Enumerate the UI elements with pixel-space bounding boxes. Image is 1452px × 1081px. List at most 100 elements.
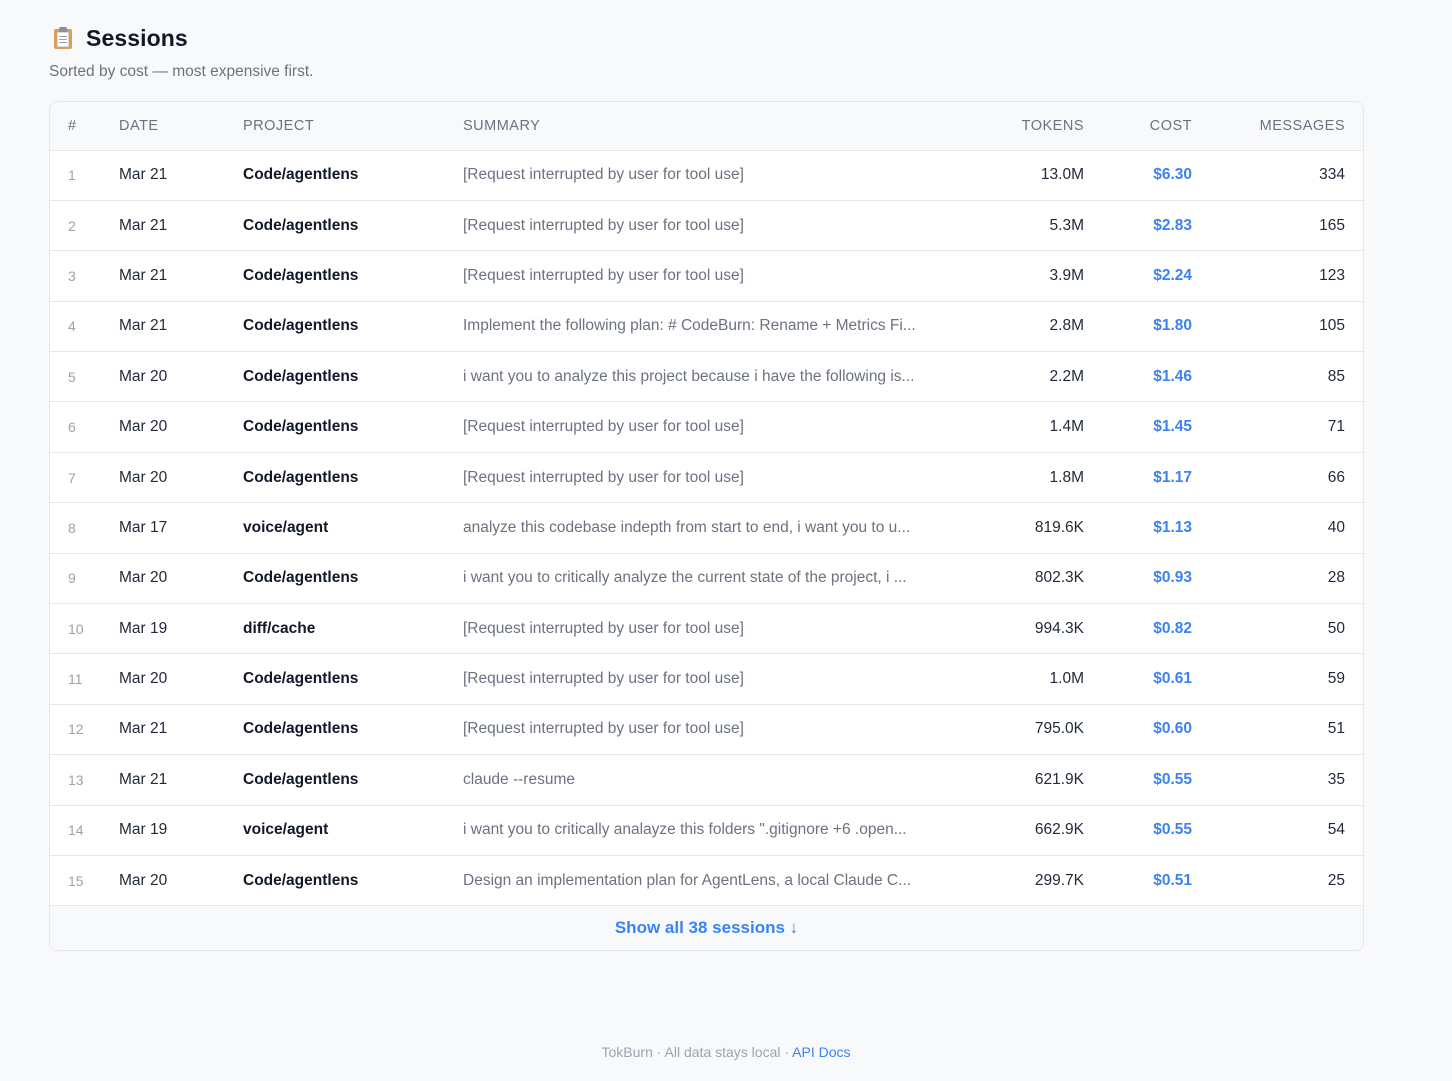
row-summary: [Request interrupted by user for tool us… (463, 452, 950, 504)
row-project: Code/agentlens (243, 704, 463, 756)
row-project: Code/agentlens (243, 301, 463, 353)
row-tokens: 2.2M (950, 351, 1084, 403)
row-tokens: 1.8M (950, 452, 1084, 504)
row-tokens: 819.6K (950, 502, 1084, 554)
page-title: Sessions (86, 24, 188, 51)
row-messages: 50 (1192, 603, 1363, 655)
column-header-cost[interactable]: COST (1084, 102, 1192, 151)
row-tokens: 1.0M (950, 653, 1084, 705)
table-row[interactable]: 12 Mar 21 Code/agentlens [Request interrupt… (50, 704, 1363, 756)
column-header-tokens[interactable]: TOKENS (950, 102, 1084, 151)
row-summary: [Request interrupted by user for tool us… (463, 250, 950, 302)
table-row[interactable]: 3 Mar 21 Code/agentlens [Request interrupte… (50, 250, 1363, 302)
table-row[interactable]: 8 Mar 17 voice/agent analyze this codebase … (50, 502, 1363, 554)
row-tokens: 1.4M (950, 401, 1084, 453)
row-number: 9 (50, 553, 119, 605)
row-messages: 51 (1192, 704, 1363, 756)
row-messages: 71 (1192, 401, 1363, 453)
row-project: Code/agentlens (243, 855, 463, 907)
row-messages: 59 (1192, 653, 1363, 705)
column-header-summary[interactable]: SUMMARY (463, 102, 950, 151)
row-project: Code/agentlens (243, 250, 463, 302)
row-cost: $6.30 (1084, 150, 1192, 201)
clipboard-icon (54, 27, 72, 49)
row-number: 5 (50, 351, 119, 403)
table-row[interactable]: 6 Mar 20 Code/agentlens [Request interrupte… (50, 401, 1363, 453)
row-cost: $2.83 (1084, 200, 1192, 252)
row-project: Code/agentlens (243, 754, 463, 806)
row-date: Mar 20 (119, 553, 243, 605)
row-date: Mar 21 (119, 200, 243, 252)
table-header-row: # DATE PROJECT SUMMARY TOKENS COST MESSA… (50, 102, 1363, 151)
row-project: diff/cache (243, 603, 463, 655)
table-row[interactable]: 14 Mar 19 voice/agent i want you to critica… (50, 805, 1363, 856)
row-tokens: 13.0M (950, 150, 1084, 201)
table-row[interactable]: 2 Mar 21 Code/agentlens [Request interrupte… (50, 200, 1363, 252)
sessions-page: Sessions Sorted by cost — most expensive… (0, 0, 1452, 1081)
row-number: 4 (50, 301, 119, 353)
row-number: 7 (50, 452, 119, 504)
row-date: Mar 21 (119, 250, 243, 302)
row-tokens: 5.3M (950, 200, 1084, 252)
footer: TokBurn · All data stays local · API Doc… (0, 1044, 1452, 1060)
row-tokens: 2.8M (950, 301, 1084, 353)
row-messages: 54 (1192, 805, 1363, 856)
title-row: Sessions (49, 22, 313, 54)
row-summary: analyze this codebase indepth from start… (463, 502, 950, 554)
footer-text: TokBurn · All data stays local · (601, 1044, 793, 1060)
row-number: 10 (50, 603, 119, 655)
row-summary: [Request interrupted by user for tool us… (463, 704, 950, 756)
api-docs-link[interactable]: API Docs (792, 1044, 850, 1060)
row-messages: 25 (1192, 855, 1363, 907)
row-number: 8 (50, 502, 119, 554)
table-row[interactable]: 5 Mar 20 Code/agentlens i want you to analy… (50, 351, 1363, 403)
row-messages: 35 (1192, 754, 1363, 806)
row-tokens: 802.3K (950, 553, 1084, 605)
row-tokens: 3.9M (950, 250, 1084, 302)
row-date: Mar 21 (119, 754, 243, 806)
row-project: Code/agentlens (243, 401, 463, 453)
show-all-sessions-button[interactable]: Show all 38 sessions ↓ (50, 906, 1363, 950)
sessions-table-card: # DATE PROJECT SUMMARY TOKENS COST MESSA… (49, 101, 1364, 951)
column-header-messages[interactable]: MESSAGES (1192, 102, 1363, 151)
table-row[interactable]: 1 Mar 21 Code/agentlens [Request interrupte… (50, 150, 1363, 201)
row-tokens: 299.7K (950, 855, 1084, 907)
table-row[interactable]: 7 Mar 20 Code/agentlens [Request interrupte… (50, 452, 1363, 504)
table-row[interactable]: 9 Mar 20 Code/agentlens i want you to criti… (50, 553, 1363, 605)
row-cost: $1.17 (1084, 452, 1192, 504)
column-header-project[interactable]: PROJECT (243, 102, 463, 151)
row-project: voice/agent (243, 502, 463, 554)
row-tokens: 621.9K (950, 754, 1084, 806)
row-cost: $0.55 (1084, 805, 1192, 856)
row-summary: i want you to analyze this project becau… (463, 351, 950, 403)
row-cost: $0.93 (1084, 553, 1192, 605)
row-cost: $1.46 (1084, 351, 1192, 403)
row-number: 2 (50, 200, 119, 252)
table-row[interactable]: 11 Mar 20 Code/agentlens [Request interrupt… (50, 653, 1363, 705)
table-row[interactable]: 15 Mar 20 Code/agentlens Design an implemen… (50, 855, 1363, 907)
table-row[interactable]: 10 Mar 19 diff/cache [Request interrupted b… (50, 603, 1363, 655)
row-date: Mar 20 (119, 351, 243, 403)
row-date: Mar 21 (119, 301, 243, 353)
row-messages: 66 (1192, 452, 1363, 504)
row-messages: 123 (1192, 250, 1363, 302)
row-summary: i want you to critically analayze this f… (463, 805, 950, 856)
table-row[interactable]: 13 Mar 21 Code/agentlens claude --resume 621… (50, 754, 1363, 806)
row-summary: [Request interrupted by user for tool us… (463, 401, 950, 453)
sessions-table: # DATE PROJECT SUMMARY TOKENS COST MESSA… (50, 102, 1363, 907)
table-row[interactable]: 4 Mar 21 Code/agentlens Implement the follo… (50, 301, 1363, 353)
column-header-number[interactable]: # (50, 102, 119, 151)
column-header-date[interactable]: DATE (119, 102, 243, 151)
row-number: 12 (50, 704, 119, 756)
row-summary: Implement the following plan: # CodeBurn… (463, 301, 950, 353)
row-messages: 28 (1192, 553, 1363, 605)
row-cost: $0.55 (1084, 754, 1192, 806)
row-summary: Design an implementation plan for AgentL… (463, 855, 950, 907)
row-messages: 85 (1192, 351, 1363, 403)
row-messages: 40 (1192, 502, 1363, 554)
row-number: 15 (50, 855, 119, 907)
row-cost: $1.45 (1084, 401, 1192, 453)
row-cost: $0.51 (1084, 855, 1192, 907)
row-summary: claude --resume (463, 754, 950, 806)
row-date: Mar 20 (119, 653, 243, 705)
